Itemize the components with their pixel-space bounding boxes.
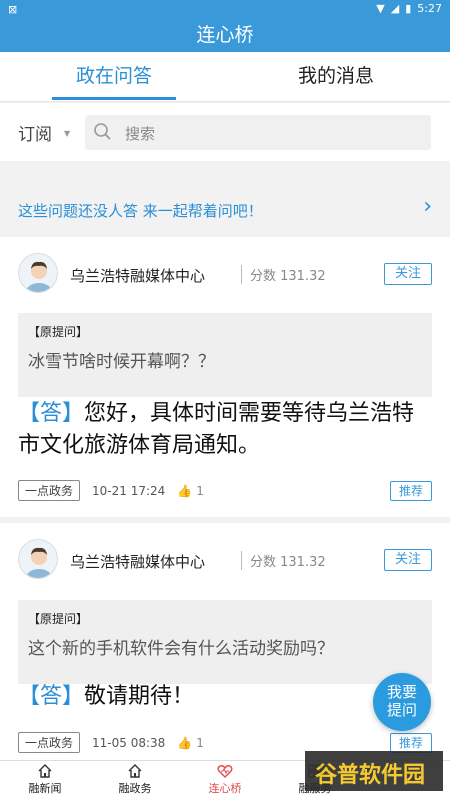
org-name[interactable]: 乌兰浩特融媒体中心: [70, 551, 205, 572]
nav-item-bridge[interactable]: 连心桥: [180, 763, 270, 796]
category-badge: 一点政务: [18, 480, 81, 501]
quote-label: 【原提问】: [28, 325, 89, 339]
follow-button[interactable]: 关注: [384, 549, 432, 571]
home-icon: [128, 764, 142, 778]
tab-qa[interactable]: 政在问答: [52, 52, 176, 102]
answer-tag: 【答】: [18, 684, 85, 709]
answer-text: 【答】敬请期待！: [18, 681, 432, 713]
qa-card[interactable]: 乌兰浩特融媒体中心 分数 131.32 关注 【原提问】 这个新的手机软件会有什…: [0, 523, 450, 760]
heart-icon: [217, 765, 233, 778]
like-count[interactable]: 👍 1: [177, 736, 204, 750]
recommend-badge: 推荐: [390, 481, 432, 501]
caret-down-icon: ▼: [64, 129, 71, 138]
org-name[interactable]: 乌兰浩特融媒体中心: [70, 265, 205, 286]
tab-active-indicator: [52, 97, 176, 100]
signal-icon: ◢: [390, 2, 400, 15]
score-label: 分数 131.32: [241, 265, 326, 284]
home-icon: [38, 764, 52, 778]
like-number: 1: [196, 483, 204, 498]
ask-question-button[interactable]: 我要 提问: [373, 673, 431, 731]
filter-bar: 订阅 ▼ 搜索: [0, 103, 450, 161]
fab-line2: 提问: [386, 701, 417, 719]
score-label: 分数 131.32: [241, 551, 326, 570]
tab-bar: 政在问答 我的消息: [0, 52, 450, 102]
nav-label: 融新闻: [28, 782, 62, 795]
thumbs-up-icon: 👍: [177, 483, 193, 498]
status-bar: ⊠ ▼ ◢ ▮ 5:27: [0, 0, 450, 18]
tab-my-messages[interactable]: 我的消息: [274, 52, 398, 102]
nav-label: 连心桥: [208, 782, 242, 795]
battery-icon: ▮: [405, 2, 412, 15]
question-text: 这个新的手机软件会有什么活动奖励吗？: [28, 639, 334, 659]
banner-text: 这些问题还没人答 来一起帮着问吧！: [18, 202, 263, 220]
watermark-text: 谷普软件园: [315, 763, 426, 788]
status-right: ▼ ◢ ▮ 5:27: [376, 2, 442, 15]
answer-text: 【答】您好，具体时间需要等待乌兰浩特市文化旅游体育局通知。: [18, 398, 432, 462]
search-input[interactable]: 搜索: [85, 115, 431, 150]
avatar[interactable]: [18, 539, 58, 579]
original-question: 【原提问】 这个新的手机软件会有什么活动奖励吗？: [18, 600, 432, 684]
thumbs-up-icon: 👍: [177, 735, 193, 750]
question-text: 冰雪节啥时候开幕啊？？: [28, 352, 215, 372]
nav-item-news[interactable]: 融新闻: [0, 763, 90, 796]
post-date: 11-05 08:38: [92, 735, 166, 750]
like-number: 1: [196, 735, 204, 750]
avatar[interactable]: [18, 253, 58, 293]
nav-label: 融政务: [118, 782, 152, 795]
nav-item-government[interactable]: 融政务: [90, 763, 180, 796]
user-avatar-icon: [19, 540, 57, 578]
post-meta: 一点政务 11-05 08:38 👍 1: [18, 732, 204, 753]
notification-icon: ⊠: [8, 3, 18, 16]
post-date: 10-21 17:24: [92, 483, 166, 498]
post-meta: 一点政务 10-21 17:24 👍 1: [18, 480, 204, 501]
wifi-icon: ▼: [376, 2, 385, 15]
unanswered-banner[interactable]: 这些问题还没人答 来一起帮着问吧！ ›: [0, 186, 450, 232]
category-badge: 一点政务: [18, 732, 81, 753]
search-icon: [94, 123, 111, 140]
page-title: 连心桥: [0, 18, 450, 52]
answer-body: 敬请期待！: [84, 684, 195, 709]
user-avatar-icon: [19, 254, 57, 292]
chevron-right-icon: ›: [423, 194, 432, 219]
watermark: 谷普软件园: [305, 751, 443, 791]
answer-tag: 【答】: [18, 401, 85, 426]
original-question: 【原提问】 冰雪节啥时候开幕啊？？: [18, 313, 432, 397]
clock: 5:27: [417, 2, 442, 15]
qa-card[interactable]: 乌兰浩特融媒体中心 分数 131.32 关注 【原提问】 冰雪节啥时候开幕啊？？…: [0, 237, 450, 517]
scroll-peek: [0, 161, 450, 167]
recommend-badge: 推荐: [390, 733, 432, 753]
quote-label: 【原提问】: [28, 612, 89, 626]
fab-line1: 我要: [386, 683, 417, 701]
subscribe-dropdown[interactable]: 订阅: [18, 120, 52, 145]
search-placeholder: 搜索: [125, 125, 156, 143]
follow-button[interactable]: 关注: [384, 263, 432, 285]
like-count[interactable]: 👍 1: [177, 484, 204, 498]
